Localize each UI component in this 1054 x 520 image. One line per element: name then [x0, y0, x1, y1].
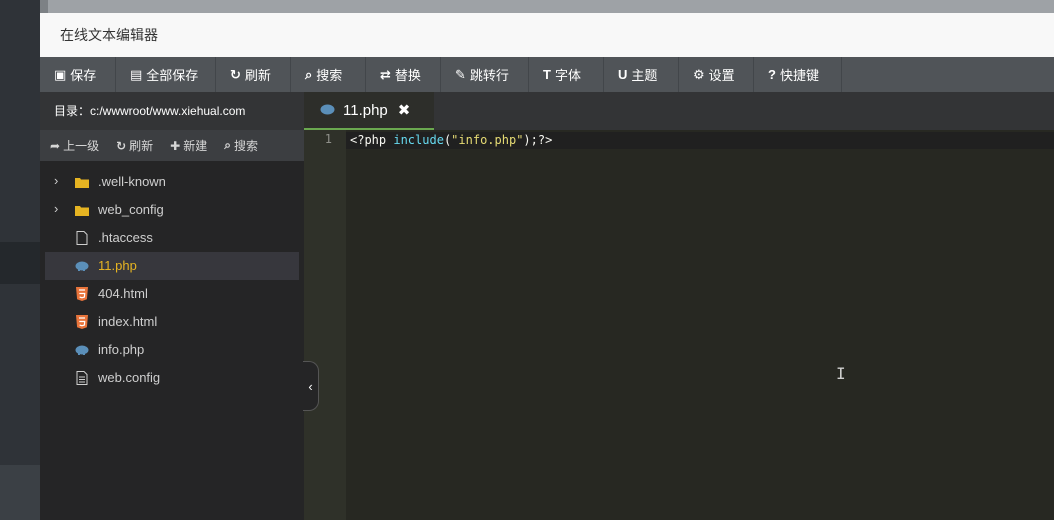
close-icon[interactable]: ✖	[398, 101, 411, 119]
tree-item-label: .well-known	[98, 174, 166, 189]
file-tree: › .well-known › web_config .htaccess 11.…	[40, 161, 304, 392]
refresh-label: 刷新	[244, 68, 271, 83]
tree-item-web-config-folder[interactable]: › web_config	[45, 196, 299, 224]
sidebar-search-button[interactable]: ⌕ 搜索	[224, 137, 258, 154]
code-token: );?>	[523, 133, 553, 147]
parent-dir-label: 上一级	[63, 139, 100, 153]
shortcuts-button[interactable]: ? 快捷键	[754, 57, 842, 92]
line-gutter: 1	[304, 130, 346, 520]
text-cursor-icon: I	[836, 364, 846, 383]
tree-item-label: 11.php	[98, 258, 137, 273]
tree-item-htaccess[interactable]: .htaccess	[45, 224, 299, 252]
replace-icon: ⇄	[380, 66, 391, 82]
theme-label: 主题	[631, 68, 658, 83]
tree-item-web-config[interactable]: web.config	[45, 364, 299, 392]
tree-item-label: web.config	[98, 370, 161, 385]
tree-item-index-html[interactable]: index.html	[45, 308, 299, 336]
directory-path: 目录：c:/wwwroot/www.xiehual.com	[40, 92, 304, 130]
tree-item-info-php[interactable]: info.php	[45, 336, 299, 364]
plus-icon: ✚	[170, 138, 181, 153]
line-number: 1	[324, 132, 332, 146]
toolbar: ▣ 保存 ▤ 全部保存 ↻ 刷新 ⌕ 搜索 ⇄ 替换 ✎ 跳转行 T 字体 U	[40, 57, 1054, 92]
background-highlight	[0, 242, 40, 284]
new-file-label: 新建	[183, 139, 208, 153]
code-token: <?php	[350, 133, 394, 147]
tree-item-label: info.php	[98, 342, 145, 357]
code-keyword: include	[393, 133, 444, 147]
tree-item-11-php[interactable]: 11.php	[45, 252, 299, 280]
save-all-icon: ▤	[130, 66, 143, 82]
refresh-button[interactable]: ↻ 刷新	[216, 57, 291, 92]
html5-icon	[76, 315, 88, 329]
background-highlight	[0, 465, 40, 520]
chevron-right-icon[interactable]: ›	[54, 201, 58, 216]
refresh-icon: ↻	[230, 66, 241, 82]
html5-icon	[76, 287, 88, 301]
save-all-label: 全部保存	[146, 68, 199, 83]
php-file-icon	[75, 261, 89, 271]
sidebar-search-label: 搜索	[233, 139, 258, 153]
settings-button[interactable]: ⚙ 设置	[679, 57, 754, 92]
file-sidebar: 目录：c:/wwwroot/www.xiehual.com ➦ 上一级 ↻ 刷新…	[40, 92, 304, 520]
text-file-icon	[76, 371, 88, 385]
chevron-left-icon: ‹	[308, 378, 313, 394]
tab-11-php[interactable]: 11.php ✖	[304, 92, 434, 130]
tree-item-label: index.html	[98, 314, 158, 329]
replace-label: 替换	[394, 68, 421, 83]
font-button[interactable]: T 字体	[529, 57, 604, 92]
search-icon: ⌕	[305, 66, 313, 82]
search-icon: ⌕	[224, 138, 231, 152]
save-label: 保存	[70, 68, 97, 83]
tree-item-label: 404.html	[98, 286, 148, 301]
php-file-icon	[75, 345, 89, 355]
collapse-sidebar-button[interactable]: ‹	[303, 361, 319, 411]
folder-icon	[75, 178, 89, 188]
code-line[interactable]: <?php include("info.php");?>	[350, 133, 552, 147]
goto-line-label: 跳转行	[469, 68, 509, 83]
file-icon	[76, 231, 88, 245]
tree-item-label: web_config	[98, 202, 164, 217]
editor-dialog: 在线文本编辑器 ▣ 保存 ▤ 全部保存 ↻ 刷新 ⌕ 搜索 ⇄ 替换 ✎ 跳转行…	[40, 13, 1054, 520]
editor-tabbar: 11.php ✖	[304, 92, 1054, 130]
sidebar-refresh-button[interactable]: ↻ 刷新	[116, 137, 153, 154]
chevron-right-icon[interactable]: ›	[54, 173, 58, 188]
folder-icon	[75, 206, 89, 216]
goto-line-button[interactable]: ✎ 跳转行	[441, 57, 529, 92]
background-sidebar	[0, 0, 40, 520]
tree-item-404-html[interactable]: 404.html	[45, 280, 299, 308]
tab-label: 11.php	[343, 101, 388, 119]
font-icon: T	[543, 67, 551, 82]
parent-dir-button[interactable]: ➦ 上一级	[50, 137, 99, 154]
tree-item-well-known[interactable]: › .well-known	[45, 168, 299, 196]
background-topbar	[40, 0, 1054, 13]
share-icon: ➦	[50, 138, 61, 153]
save-all-button[interactable]: ▤ 全部保存	[116, 57, 216, 92]
goto-line-icon: ✎	[455, 66, 466, 82]
theme-icon: U	[618, 67, 628, 82]
save-button[interactable]: ▣ 保存	[40, 57, 116, 92]
gear-icon: ⚙	[693, 66, 705, 82]
search-button[interactable]: ⌕ 搜索	[291, 57, 366, 92]
code-editor[interactable]: 11.php ✖ 1 <?php include("info.php");?> …	[304, 92, 1054, 520]
dialog-title: 在线文本编辑器	[40, 13, 1054, 58]
sidebar-refresh-label: 刷新	[129, 139, 154, 153]
shortcuts-label: 快捷键	[779, 68, 819, 83]
tree-item-label: .htaccess	[98, 230, 153, 245]
settings-label: 设置	[708, 68, 735, 83]
code-string: "info.php"	[451, 133, 524, 147]
sidebar-toolbar: ➦ 上一级 ↻ 刷新 ✚ 新建 ⌕ 搜索	[40, 130, 304, 161]
search-label: 搜索	[316, 68, 343, 83]
replace-button[interactable]: ⇄ 替换	[366, 57, 441, 92]
php-file-icon	[320, 104, 335, 115]
theme-button[interactable]: U 主题	[604, 57, 679, 92]
font-label: 字体	[554, 68, 581, 83]
new-file-button[interactable]: ✚ 新建	[170, 137, 207, 154]
help-icon: ?	[768, 67, 776, 82]
save-icon: ▣	[54, 66, 67, 82]
refresh-icon: ↻	[116, 138, 127, 153]
